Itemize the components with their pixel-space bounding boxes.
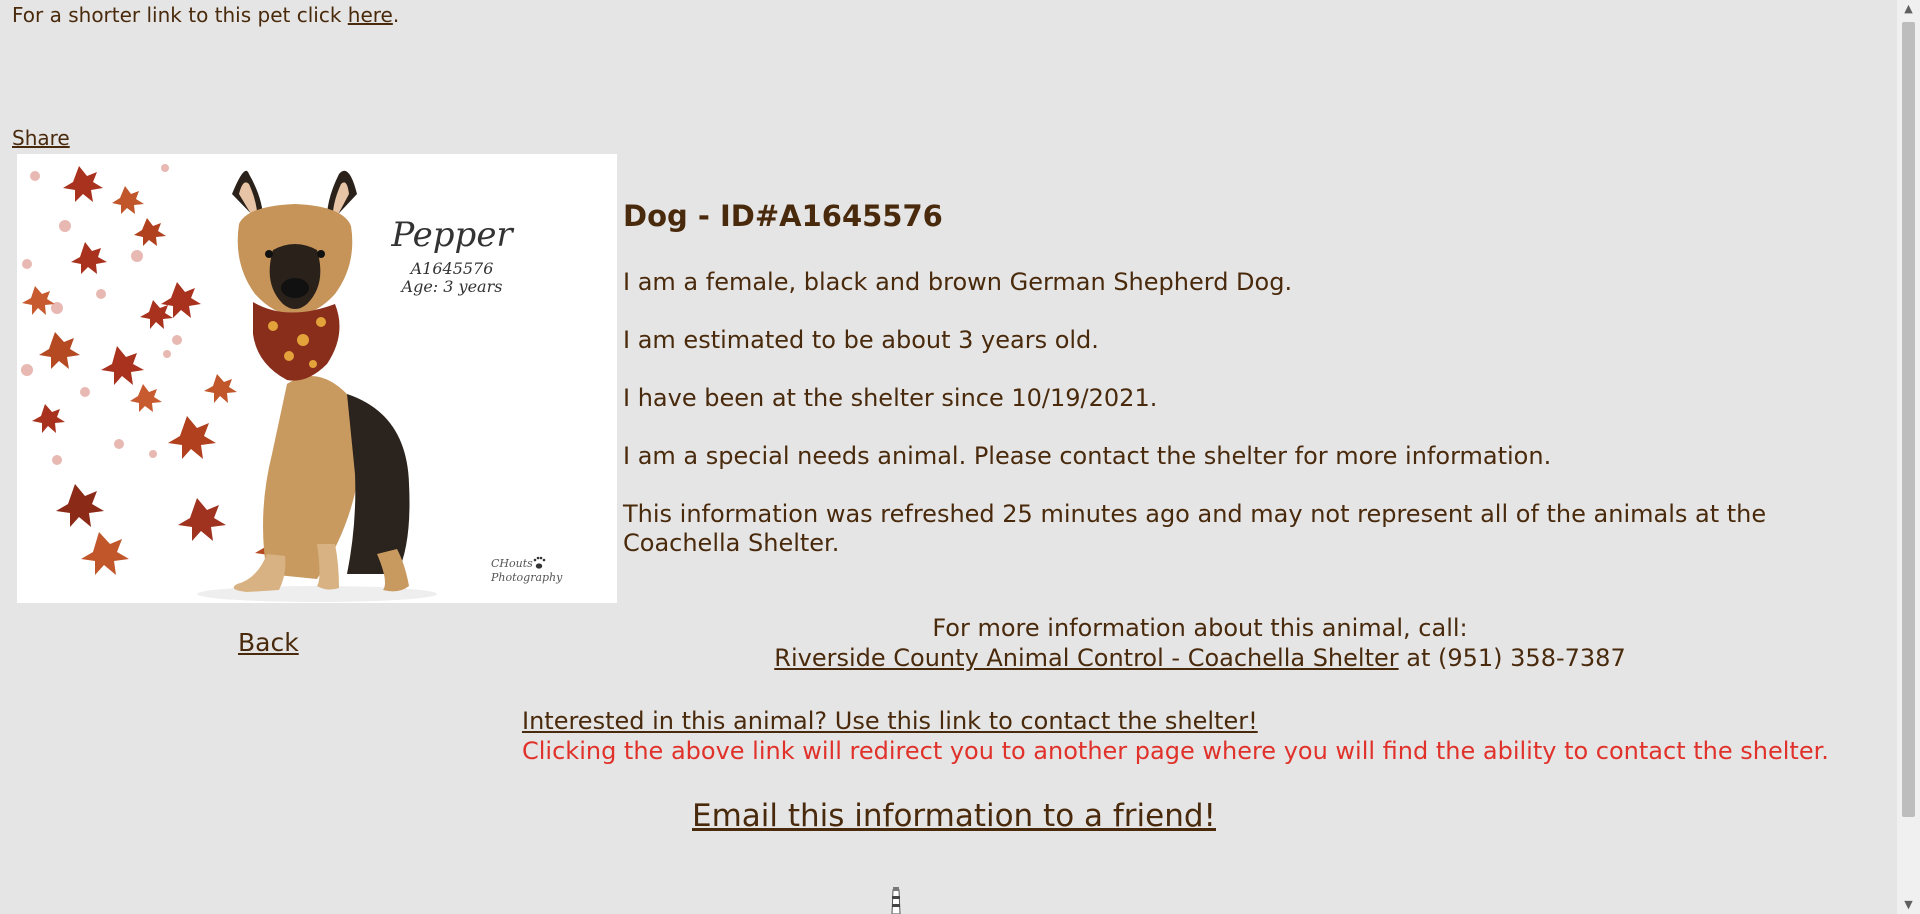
contact-shelter-link[interactable]: Interested in this animal? Use this link… (522, 707, 1258, 735)
pet-special-needs: I am a special needs animal. Please cont… (623, 442, 1552, 470)
refresh-notice: This information was refreshed 25 minute… (623, 500, 1767, 557)
scroll-down-arrow-icon[interactable]: ▼ (1897, 896, 1920, 914)
vertical-scrollbar[interactable]: ▲ ▼ (1897, 0, 1920, 914)
redirect-note: Clicking the above link will redirect yo… (522, 737, 1829, 765)
paw-print-icon (533, 556, 546, 569)
interest-section: Interested in this animal? Use this link… (522, 706, 1829, 766)
shorter-link-here[interactable]: here (348, 3, 393, 27)
pet-detail-page: For a shorter link to this pet click her… (0, 0, 1897, 914)
photo-pet-age: Age: 3 years (400, 277, 503, 296)
contact-info: For more information about this animal, … (620, 613, 1780, 673)
lighthouse-icon (887, 886, 905, 914)
shelter-link[interactable]: Riverside County Animal Control - Coache… (774, 644, 1398, 672)
photo-pet-id: A1645576 (409, 259, 494, 278)
shorter-link-prefix: For a shorter link to this pet click (12, 3, 348, 27)
contact-call-text: For more information about this animal, … (932, 614, 1468, 642)
photo-credit-line1: CHouts (491, 557, 533, 570)
shelter-phone: (951) 358-7387 (1438, 644, 1626, 672)
pet-details: Dog - ID#A1645576 I am a female, black a… (623, 198, 1883, 587)
pet-age: I am estimated to be about 3 years old. (623, 326, 1099, 354)
contact-shelter-line: Riverside County Animal Control - Coache… (620, 643, 1780, 673)
pet-description: I am a female, black and brown German Sh… (623, 268, 1293, 296)
email-friend-link[interactable]: Email this information to a friend! (692, 797, 1216, 835)
photo-credit: CHouts Photography (490, 556, 563, 584)
pet-photo: Pepper A1645576 Age: 3 years CHouts Phot… (17, 154, 617, 603)
photo-pet-name: Pepper (390, 215, 514, 255)
back-link[interactable]: Back (238, 628, 299, 658)
phone-prefix: at (1398, 644, 1438, 672)
pet-card-caption: Pepper A1645576 Age: 3 years (390, 215, 514, 296)
scroll-thumb[interactable] (1902, 22, 1915, 817)
pet-intake-date: I have been at the shelter since 10/19/2… (623, 384, 1158, 412)
shorter-link-suffix: . (392, 3, 400, 27)
shorter-link-line: For a shorter link to this pet click her… (12, 2, 399, 28)
share-link[interactable]: Share (12, 125, 70, 151)
pet-heading: Dog - ID#A1645576 (623, 199, 943, 233)
scroll-up-arrow-icon[interactable]: ▲ (1897, 0, 1920, 18)
photo-credit-line2: Photography (490, 571, 563, 584)
